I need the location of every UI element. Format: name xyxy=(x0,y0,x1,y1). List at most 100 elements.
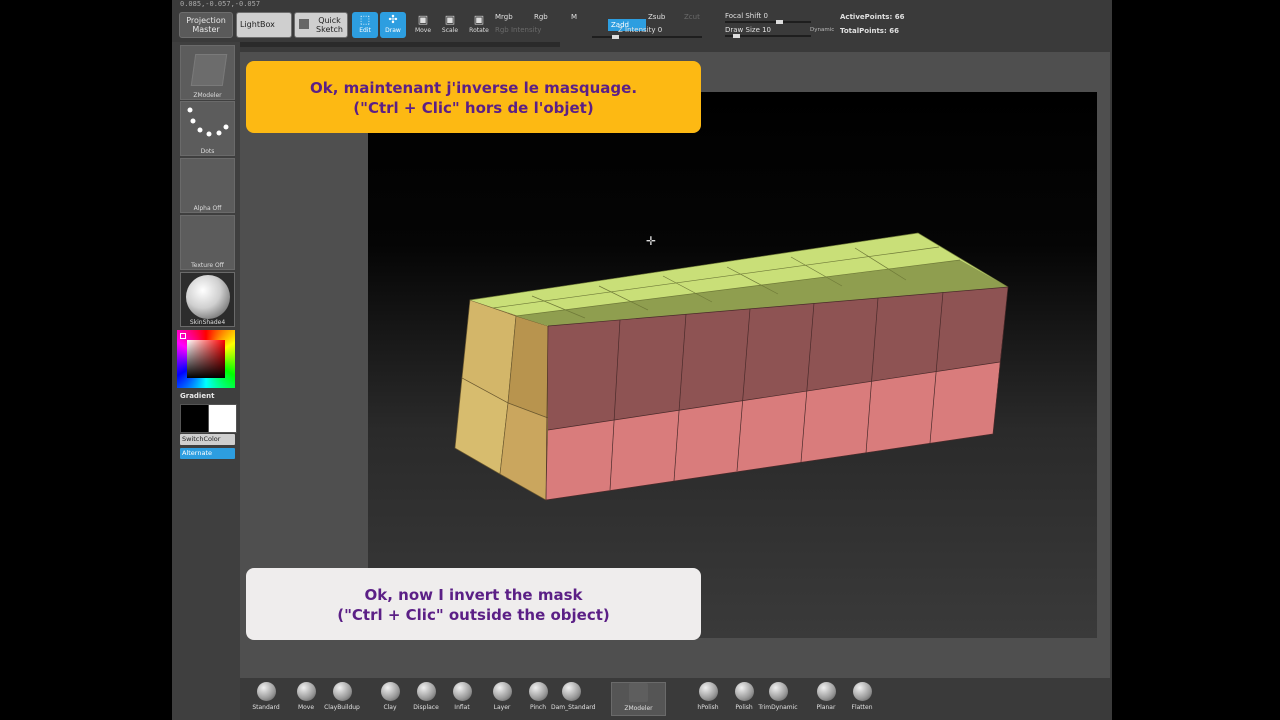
brush-planar-label: Planar xyxy=(816,704,836,711)
edit-label: Edit xyxy=(359,27,371,34)
draw-size-knob[interactable] xyxy=(733,34,740,38)
draw-icon: ✣ xyxy=(388,13,398,26)
quick-sketch-icon xyxy=(299,19,309,29)
english-caption-line1: Ok, now I invert the mask xyxy=(364,586,583,604)
left-shelf: ZModeler Dots Alpha Off Texture Off Skin… xyxy=(172,42,240,720)
secondary-color-swatch[interactable] xyxy=(208,404,237,433)
move-icon: ▣ xyxy=(417,13,429,26)
total-points-readout: TotalPoints: 66 xyxy=(840,27,899,35)
rotate-label: Rotate xyxy=(469,27,489,34)
alpha-label: Alpha Off xyxy=(193,205,222,212)
alpha-thumb[interactable]: Alpha Off xyxy=(180,158,235,213)
brush-zmodeler[interactable]: ZModeler xyxy=(611,682,666,716)
draw-button[interactable]: ✣ Draw xyxy=(380,12,406,38)
quick-sketch-label: Quick Sketch xyxy=(316,16,343,34)
document-scrollbar[interactable] xyxy=(240,42,560,47)
focal-shift-knob[interactable] xyxy=(776,20,783,24)
switchcolor-button[interactable]: SwitchColor xyxy=(180,434,235,445)
french-caption-callout: Ok, maintenant j'inverse le masquage. ("… xyxy=(246,61,701,133)
brush-trimdynamic[interactable]: TrimDynamic xyxy=(758,682,798,716)
brush-dam-standard-icon xyxy=(561,682,581,701)
zmodeler-brush-thumb[interactable]: ZModeler xyxy=(180,45,235,100)
move-label: Move xyxy=(414,27,432,34)
material-sphere-icon xyxy=(186,275,230,319)
zsub-button[interactable]: Zsub xyxy=(648,13,665,21)
brush-move-label: Move xyxy=(297,704,315,711)
brush-clay[interactable]: Clay xyxy=(370,682,410,716)
dots-label: Dots xyxy=(200,148,215,155)
right-black-strip xyxy=(1112,0,1280,720)
z-intensity-knob[interactable] xyxy=(612,35,619,39)
move-button[interactable]: ▣ Move xyxy=(410,12,436,38)
brush-zmodeler-icon xyxy=(629,683,648,702)
brush-claybuildup-label: ClayBuildup xyxy=(324,704,360,711)
brush-hpolish[interactable]: hPolish xyxy=(688,682,728,716)
scale-label: Scale xyxy=(441,27,459,34)
brush-standard[interactable]: Standard xyxy=(246,682,286,716)
active-points-readout: ActivePoints: 66 xyxy=(840,13,905,21)
english-caption-callout: Ok, now I invert the mask ("Ctrl + Clic"… xyxy=(246,568,701,640)
brush-displace-label: Displace xyxy=(413,704,439,711)
brush-trimdynamic-label: TrimDynamic xyxy=(758,704,798,711)
brush-polish-icon xyxy=(734,682,754,701)
color-picker[interactable] xyxy=(177,330,235,388)
dots-stroke-thumb[interactable]: Dots xyxy=(180,101,235,156)
rotate-icon: ▣ xyxy=(473,13,485,26)
mrgb-button[interactable]: Mrgb xyxy=(495,13,513,21)
brush-layer-label: Layer xyxy=(493,704,511,711)
zcut-button[interactable]: Zcut xyxy=(684,13,700,21)
brush-clay-label: Clay xyxy=(383,704,397,711)
alternate-button[interactable]: Alternate xyxy=(180,448,235,459)
projection-master-button[interactable]: Projection Master xyxy=(179,12,233,38)
brush-clay-icon xyxy=(380,682,400,701)
brush-zmodeler-label: ZModeler xyxy=(624,705,653,712)
brush-claybuildup-icon xyxy=(332,682,352,701)
brush-layer-icon xyxy=(492,682,512,701)
brush-planar-icon xyxy=(816,682,836,701)
texture-thumb[interactable]: Texture Off xyxy=(180,215,235,270)
dynamic-toggle[interactable]: Dynamic xyxy=(810,27,834,33)
brush-dam-standard[interactable]: Dam_Standard xyxy=(551,682,596,716)
rgb-intensity-slider[interactable]: Rgb Intensity xyxy=(495,26,541,34)
brush-planar[interactable]: Planar xyxy=(806,682,846,716)
brush-move-icon xyxy=(296,682,316,701)
edit-button[interactable]: ⬚ Edit xyxy=(352,12,378,38)
brush-standard-label: Standard xyxy=(252,704,280,711)
zmodeler-brush-icon xyxy=(190,54,228,86)
brush-displace-icon xyxy=(416,682,436,701)
coordinate-readout: 0.085,-0.057,-0.057 xyxy=(180,0,261,8)
brush-hpolish-label: hPolish xyxy=(697,704,719,711)
draw-size-slider[interactable]: Draw Size 10 xyxy=(725,26,771,34)
edit-icon: ⬚ xyxy=(359,13,371,26)
color-picker-sv-square[interactable] xyxy=(187,340,225,378)
m-button[interactable]: M xyxy=(571,13,577,21)
zmodeler-label: ZModeler xyxy=(193,92,222,99)
brush-claybuildup[interactable]: ClayBuildup xyxy=(322,682,362,716)
brush-displace[interactable]: Displace xyxy=(406,682,446,716)
color-picker-marker xyxy=(180,333,186,339)
z-intensity-slider[interactable]: Z Intensity 0 xyxy=(618,26,662,34)
rgb-button[interactable]: Rgb xyxy=(534,13,548,21)
brush-inflat[interactable]: Inflat xyxy=(442,682,482,716)
crosshair-cursor-icon: ✛ xyxy=(646,234,657,248)
brush-move[interactable]: Move xyxy=(286,682,326,716)
brush-flatten-icon xyxy=(852,682,872,701)
scale-button[interactable]: ▣ Scale xyxy=(437,12,463,38)
primary-color-swatch[interactable] xyxy=(180,404,209,433)
french-caption-line1: Ok, maintenant j'inverse le masquage. xyxy=(309,79,638,97)
rotate-button[interactable]: ▣ Rotate xyxy=(466,12,492,38)
brush-dam-standard-label: Dam_Standard xyxy=(551,704,596,711)
brush-layer[interactable]: Layer xyxy=(482,682,522,716)
french-caption-line2: ("Ctrl + Clic" hors de l'objet) xyxy=(353,99,594,117)
brush-shelf: Standard Move ClayBuildup Clay Displace Infla… xyxy=(240,678,1110,720)
focal-shift-slider[interactable]: Focal Shift 0 xyxy=(725,12,768,20)
brush-inflat-label: Inflat xyxy=(454,704,470,711)
brush-flatten[interactable]: Flatten xyxy=(842,682,882,716)
lightbox-button[interactable]: LightBox xyxy=(236,12,292,38)
quick-sketch-button[interactable]: Quick Sketch xyxy=(294,12,348,38)
material-thumb[interactable]: SkinShade4 xyxy=(180,272,235,327)
brush-hpolish-icon xyxy=(698,682,718,701)
english-caption-line2: ("Ctrl + Clic" outside the object) xyxy=(337,606,610,624)
gradient-label: Gradient xyxy=(180,392,215,400)
viewport-canvas[interactable] xyxy=(368,92,1097,638)
